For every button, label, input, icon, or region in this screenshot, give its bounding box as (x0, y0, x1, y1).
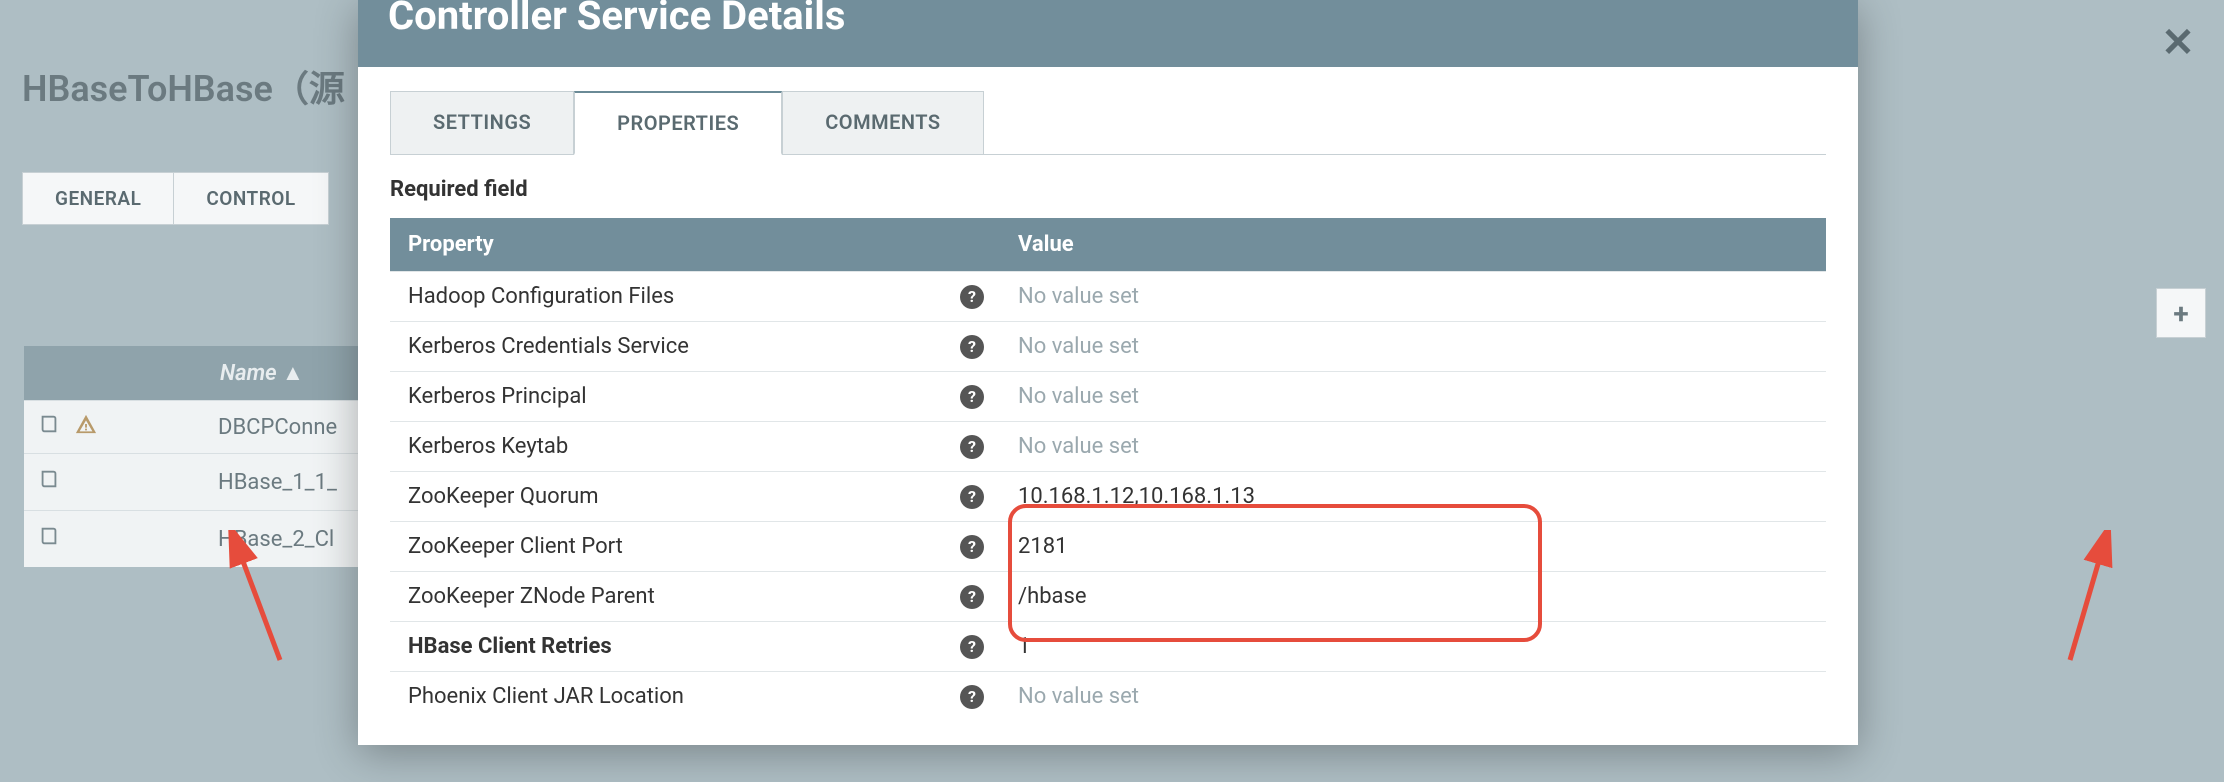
property-name: Kerberos Keytab? (390, 422, 1000, 472)
service-name: HBase_1_1_ (204, 454, 351, 511)
property-value[interactable]: 10.168.1.12,10.168.1.13 (1000, 472, 1620, 522)
help-icon[interactable]: ? (960, 585, 984, 609)
property-value[interactable]: No value set (1000, 322, 1620, 372)
controller-service-details-dialog: Controller Service Details SETTINGS PROP… (358, 0, 1858, 745)
property-spacer (1620, 422, 1826, 472)
help-icon[interactable]: ? (960, 485, 984, 509)
property-spacer (1620, 272, 1826, 322)
help-icon[interactable]: ? (960, 535, 984, 559)
help-icon[interactable]: ? (960, 285, 984, 309)
property-name: HBase Client Retries? (390, 622, 1000, 672)
dialog-body: SETTINGS PROPERTIES COMMENTS Required fi… (358, 67, 1858, 745)
help-icon[interactable]: ? (960, 435, 984, 459)
property-name: Hadoop Configuration Files? (390, 272, 1000, 322)
close-button[interactable]: ✕ (2154, 18, 2202, 66)
property-row[interactable]: Kerberos Credentials Service?No value se… (390, 322, 1826, 372)
property-row[interactable]: ZooKeeper ZNode Parent?/hbase (390, 572, 1826, 622)
property-row[interactable]: Hadoop Configuration Files?No value set (390, 272, 1826, 322)
property-name: Phoenix Client JAR Location? (390, 672, 1000, 722)
help-icon[interactable]: ? (960, 635, 984, 659)
col-property: Property (390, 218, 1000, 272)
property-row[interactable]: Kerberos Principal?No value set (390, 372, 1826, 422)
tab-comments[interactable]: COMMENTS (782, 91, 983, 154)
property-row[interactable]: HBase Client Retries?1 (390, 622, 1826, 672)
dialog-tabs: SETTINGS PROPERTIES COMMENTS (390, 91, 1826, 155)
col-value: Value (1000, 218, 1620, 272)
property-value[interactable]: 2181 (1000, 522, 1620, 572)
bg-tab-controller[interactable]: CONTROL (174, 172, 328, 225)
tab-properties[interactable]: PROPERTIES (574, 91, 782, 155)
property-spacer (1620, 322, 1826, 372)
close-icon: ✕ (2161, 19, 2195, 66)
property-row[interactable]: Kerberos Keytab?No value set (390, 422, 1826, 472)
property-name: ZooKeeper Client Port? (390, 522, 1000, 572)
property-value[interactable]: No value set (1000, 422, 1620, 472)
property-value[interactable]: 1 (1000, 622, 1620, 672)
property-spacer (1620, 372, 1826, 422)
tab-settings[interactable]: SETTINGS (390, 91, 574, 154)
service-name: DBCPConne (204, 401, 351, 454)
property-name: Kerberos Credentials Service? (390, 322, 1000, 372)
dialog-header: Controller Service Details (358, 0, 1858, 67)
property-name: ZooKeeper Quorum? (390, 472, 1000, 522)
property-row[interactable]: ZooKeeper Client Port?2181 (390, 522, 1826, 572)
property-spacer (1620, 622, 1826, 672)
property-spacer (1620, 522, 1826, 572)
book-icon (38, 413, 60, 441)
required-field-label: Required field (390, 177, 1826, 202)
property-name: ZooKeeper ZNode Parent? (390, 572, 1000, 622)
book-icon (38, 525, 60, 553)
property-name: Kerberos Principal? (390, 372, 1000, 422)
add-controller-service-button[interactable]: + (2156, 288, 2206, 338)
col-spacer (1620, 218, 1826, 272)
dialog-title: Controller Service Details (388, 0, 845, 39)
help-icon[interactable]: ? (960, 685, 984, 709)
property-spacer (1620, 672, 1826, 722)
bg-tab-general[interactable]: GENERAL (22, 172, 174, 225)
book-icon (38, 468, 60, 496)
warning-icon (75, 413, 97, 441)
property-value[interactable]: No value set (1000, 272, 1620, 322)
service-name: HBase_2_Cl (204, 511, 351, 568)
property-spacer (1620, 572, 1826, 622)
col-icons (24, 346, 204, 401)
col-name[interactable]: Name ▲ (204, 346, 351, 401)
help-icon[interactable]: ? (960, 335, 984, 359)
property-value[interactable]: No value set (1000, 672, 1620, 722)
help-icon[interactable]: ? (960, 385, 984, 409)
properties-table: Property Value Hadoop Configuration File… (390, 218, 1826, 721)
property-row[interactable]: Phoenix Client JAR Location?No value set (390, 672, 1826, 722)
plus-icon: + (2173, 297, 2188, 330)
property-spacer (1620, 472, 1826, 522)
property-row[interactable]: ZooKeeper Quorum?10.168.1.12,10.168.1.13 (390, 472, 1826, 522)
property-value[interactable]: /hbase (1000, 572, 1620, 622)
property-value[interactable]: No value set (1000, 372, 1620, 422)
